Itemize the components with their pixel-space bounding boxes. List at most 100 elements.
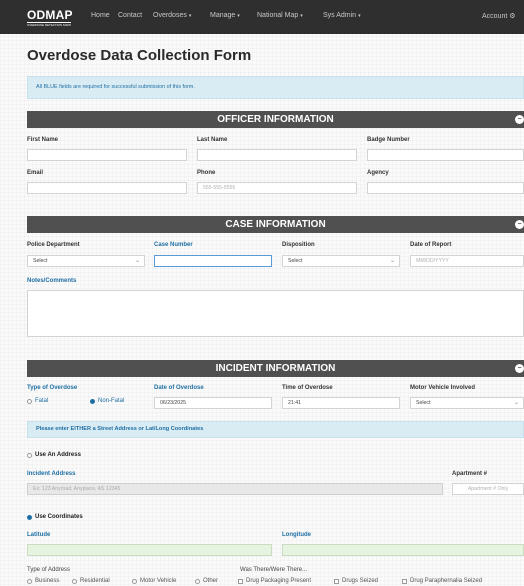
disposition-select[interactable]: Select ⌄ bbox=[282, 255, 400, 267]
motor-vehicle-label: Motor Vehicle Involved bbox=[410, 385, 476, 391]
phone-label: Phone bbox=[197, 170, 216, 176]
radio-selected-icon bbox=[27, 514, 32, 520]
agency-input[interactable] bbox=[367, 182, 524, 194]
notes-textarea[interactable] bbox=[27, 290, 524, 337]
motor-vehicle-select[interactable]: Select ⌄ bbox=[410, 397, 524, 409]
radio-use-address[interactable]: Use An Address bbox=[27, 452, 81, 458]
first-name-input[interactable] bbox=[27, 149, 187, 161]
collapse-icon[interactable]: − bbox=[515, 115, 524, 124]
check-paraphernalia-label: Drug Paraphernalia Seized bbox=[410, 578, 483, 584]
nav-manage[interactable]: Manage ▾ bbox=[210, 12, 240, 19]
type-of-address-label: Type of Address bbox=[27, 567, 71, 573]
nav-account[interactable]: Account ⚙ bbox=[482, 12, 516, 20]
nav-account-label: Account bbox=[482, 13, 508, 20]
date-of-report-label: Date of Report bbox=[410, 242, 452, 248]
agency-label: Agency bbox=[367, 170, 389, 176]
check-drugs-seized-label: Drugs Seized bbox=[342, 578, 379, 584]
case-number-label: Case Number bbox=[154, 242, 193, 248]
radio-business-label: Business bbox=[35, 578, 60, 584]
collapse-icon[interactable]: − bbox=[515, 364, 524, 373]
nav-manage-label: Manage bbox=[210, 12, 236, 19]
checkbox-icon bbox=[334, 578, 339, 584]
nav-contact-label: Contact bbox=[118, 12, 143, 19]
radio-circle-icon bbox=[195, 578, 200, 584]
chevron-down-icon: ▾ bbox=[300, 13, 303, 19]
police-department-label: Police Department bbox=[27, 242, 80, 248]
apartment-input[interactable]: Apartment # Only bbox=[452, 483, 524, 495]
longitude-label: Longitude bbox=[282, 532, 311, 538]
motor-vehicle-value: Select bbox=[416, 400, 431, 406]
officer-section-title: OFFICER INFORMATION bbox=[217, 114, 334, 125]
radio-motor-vehicle-label: Motor Vehicle bbox=[140, 578, 177, 584]
police-department-select[interactable]: Select ⌄ bbox=[27, 255, 145, 267]
logo-text: ODMAP bbox=[27, 8, 73, 22]
incident-address-input[interactable]: Ex: 123 Anyroad, Anyplace, AS 12345 bbox=[27, 483, 443, 495]
date-of-overdose-input[interactable]: 06/23/2025 bbox=[154, 397, 272, 409]
email-input[interactable] bbox=[27, 182, 187, 194]
radio-other-label: Other bbox=[203, 578, 219, 584]
badge-number-label: Badge Number bbox=[367, 137, 410, 143]
check-drugs-seized[interactable]: Drugs Seized bbox=[334, 578, 378, 584]
radio-address-business[interactable]: Business bbox=[27, 578, 59, 584]
radio-nonfatal-label: Non-Fatal bbox=[98, 398, 125, 404]
page-title: Overdose Data Collection Form bbox=[27, 47, 252, 64]
incident-section-header[interactable]: INCIDENT INFORMATION − bbox=[27, 360, 524, 377]
case-section-title: CASE INFORMATION bbox=[225, 219, 326, 230]
case-section-header[interactable]: CASE INFORMATION − bbox=[27, 216, 524, 233]
radio-use-coordinates-label: Use Coordinates bbox=[35, 514, 83, 520]
radio-address-motor-vehicle[interactable]: Motor Vehicle bbox=[132, 578, 176, 584]
incident-address-label: Incident Address bbox=[27, 471, 76, 477]
radio-circle-icon bbox=[27, 578, 32, 584]
chevron-down-icon: ▾ bbox=[237, 13, 240, 19]
radio-use-address-label: Use An Address bbox=[35, 452, 81, 458]
radio-fatal-label: Fatal bbox=[35, 398, 49, 404]
date-of-overdose-label: Date of Overdose bbox=[154, 385, 204, 391]
longitude-input[interactable] bbox=[282, 544, 524, 556]
gear-icon: ⚙ bbox=[509, 13, 516, 20]
odmap-logo[interactable]: ODMAP OVERDOSE DETECTION MAPPING bbox=[27, 8, 73, 27]
nav-sys-admin-label: Sys Admin bbox=[323, 12, 357, 19]
latitude-label: Latitude bbox=[27, 532, 51, 538]
radio-use-coordinates[interactable]: Use Coordinates bbox=[27, 514, 83, 520]
last-name-label: Last Name bbox=[197, 137, 228, 143]
nav-sys-admin[interactable]: Sys Admin ▾ bbox=[323, 12, 361, 19]
check-paraphernalia-seized[interactable]: Drug Paraphernalia Seized bbox=[402, 578, 482, 584]
phone-input[interactable]: 555-555-5555 bbox=[197, 182, 357, 194]
nav-home[interactable]: Home bbox=[91, 12, 110, 19]
nav-national-map[interactable]: National Map ▾ bbox=[257, 12, 303, 19]
case-number-input[interactable] bbox=[154, 255, 272, 267]
officer-section-header[interactable]: OFFICER INFORMATION − bbox=[27, 111, 524, 128]
apartment-label: Apartment # bbox=[452, 471, 488, 477]
address-hint: Please enter EITHER a Street Address or … bbox=[27, 421, 524, 438]
disposition-label: Disposition bbox=[282, 242, 315, 248]
top-nav: ODMAP OVERDOSE DETECTION MAPPING Home Co… bbox=[0, 0, 524, 34]
email-label: Email bbox=[27, 170, 44, 176]
latitude-input[interactable] bbox=[27, 544, 272, 556]
last-name-input[interactable] bbox=[197, 149, 357, 161]
was-there-label: Was There/Were There... bbox=[240, 567, 308, 573]
collapse-icon[interactable]: − bbox=[515, 220, 524, 229]
chevron-down-icon: ⌄ bbox=[389, 258, 395, 264]
radio-circle-icon bbox=[132, 578, 137, 584]
date-of-report-input[interactable]: MM/DD/YYYY bbox=[410, 255, 524, 267]
radio-circle-icon bbox=[27, 452, 32, 458]
radio-address-other[interactable]: Other bbox=[195, 578, 218, 584]
nav-contact[interactable]: Contact bbox=[118, 12, 142, 19]
police-department-value: Select bbox=[33, 258, 48, 264]
radio-circle-icon bbox=[72, 578, 77, 584]
chevron-down-icon: ▾ bbox=[188, 13, 192, 19]
incident-section-title: INCIDENT INFORMATION bbox=[215, 363, 336, 374]
logo-subtext: OVERDOSE DETECTION MAPPING bbox=[27, 22, 71, 27]
radio-address-residential[interactable]: Residential bbox=[72, 578, 110, 584]
check-drug-packaging[interactable]: Drug Packaging Present bbox=[238, 578, 311, 584]
radio-selected-icon bbox=[90, 398, 95, 404]
radio-fatal[interactable]: Fatal bbox=[27, 398, 48, 404]
time-of-overdose-input[interactable]: 21:41 bbox=[282, 397, 400, 409]
chevron-down-icon: ▾ bbox=[358, 13, 361, 19]
notes-label: Notes/Comments bbox=[27, 278, 77, 284]
type-of-overdose-label: Type of Overdose bbox=[27, 385, 78, 391]
chevron-down-icon: ⌄ bbox=[513, 400, 519, 406]
nav-overdoses[interactable]: Overdoses ▾ bbox=[153, 12, 191, 19]
radio-nonfatal[interactable]: Non-Fatal bbox=[90, 398, 124, 404]
badge-number-input[interactable] bbox=[367, 149, 524, 161]
